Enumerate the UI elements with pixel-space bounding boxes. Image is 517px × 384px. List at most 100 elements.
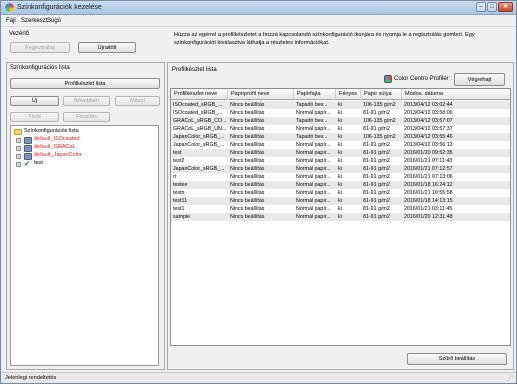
copy-button[interactable]: Másol [115, 96, 160, 106]
table-row[interactable]: test2 Nincs beállítás Normál papír... ki 81-… [171, 157, 510, 165]
cell-paper-profile: Nincs beállítás [230, 150, 265, 156]
cell-paper-profile: Nincs beállítás [230, 166, 265, 172]
column-header[interactable]: Papírprofil neve [228, 89, 294, 100]
column-header[interactable]: Fényes [336, 89, 361, 100]
cell-paper-type: Normál papír... [296, 150, 331, 156]
checkmark-icon: ✔ [24, 161, 30, 168]
cell-paper-type: Normál papír... [296, 142, 331, 148]
cell-profile-name: GRACoL_sRGB_UN... [173, 126, 227, 132]
main-window: Színkonfigurációk kezelése – □ ✕ Fájl Sz… [0, 0, 517, 384]
filter-settings-button[interactable]: Szűrő beállítás [407, 353, 507, 365]
table-row[interactable]: test1 Nincs beállítás Normál papír... ki 81-… [171, 205, 510, 213]
cell-paper-profile: Nincs beállítás [230, 110, 265, 116]
cell-paper-weight: 81-91 g/m2 [363, 126, 390, 132]
expand-icon[interactable]: + [16, 162, 21, 167]
delete-button[interactable]: Töröl [10, 112, 59, 122]
cell-glossy: ki [338, 118, 342, 124]
cell-paper-weight: 81-91 g/m2 [363, 158, 390, 164]
cell-paper-profile: Nincs beállítás [230, 134, 265, 140]
profile-table[interactable]: Profilkészlet neve Papírprofil neve Papí… [170, 88, 511, 346]
cell-modified-date: 2016/01/21 03:11:45 [404, 206, 453, 212]
column-header[interactable]: Papírfajta [294, 89, 336, 100]
cell-paper-type: Normál papír... [296, 166, 331, 172]
table-body: ISOcoated_sRGB_... Nincs beállítás Tapadó … [171, 101, 510, 221]
resize-grip-icon[interactable]: ⋰ [507, 375, 513, 382]
column-header[interactable]: Papír súlya [361, 89, 402, 100]
tree-item-label: test [34, 160, 43, 166]
table-row[interactable]: ISOcoated_sRGB_... Nincs beállítás Tapadó … [171, 101, 510, 109]
cell-modified-date: 2016/01/18 14:13:15 [404, 198, 453, 204]
cell-glossy: ki [338, 206, 342, 212]
table-row[interactable]: JapanColor_sRGB_... Nincs beállítás Tapadó… [171, 133, 510, 141]
table-row[interactable]: ISOcoated_sRGB_... Nincs beállítás Normál … [171, 109, 510, 117]
cell-profile-name: sample [173, 214, 191, 220]
edit-button[interactable]: Bővebben [63, 96, 110, 106]
cell-modified-date: 2013/04/12 03:55:46 [404, 134, 453, 140]
cell-modified-date: 2013/04/12 03:56:13 [404, 142, 453, 148]
refresh-button[interactable]: Frissítés [63, 112, 110, 122]
tree-root-label: Színkonfigurációs lista [24, 128, 79, 134]
cell-paper-profile: Nincs beállítás [230, 182, 265, 188]
printer-icon [24, 145, 32, 152]
printer-icon [24, 137, 32, 144]
table-row[interactable]: GRACoL_sRGB_CO... Nincs beállítás Tapadó b… [171, 117, 510, 125]
column-header[interactable]: Módos. dátuma [402, 89, 510, 100]
cell-paper-type: Normál papír... [296, 110, 331, 116]
cell-modified-date: 2013/04/12 03:58:00 [404, 110, 453, 116]
profiler-label: Color Centro Profiler : [394, 76, 453, 82]
cell-modified-date: 2016/01/18 16:24:12 [404, 182, 453, 188]
cell-paper-profile: Nincs beállítás [230, 206, 265, 212]
table-row[interactable]: sample Nincs beállítás Normál papír... ki 81… [171, 213, 510, 221]
cell-paper-type: Tapadó bev... [296, 134, 328, 140]
restart-button[interactable]: Újraitölt [78, 42, 136, 53]
config-tree[interactable]: Színkonfigurációs lista + default_ISOcoa… [10, 125, 159, 366]
table-row[interactable]: rr Nincs beállítás Normál papír... ki 81-91 … [171, 173, 510, 181]
cell-paper-type: Normál papír... [296, 198, 331, 204]
cell-paper-weight: 81-91 g/m2 [363, 110, 390, 116]
cell-paper-type: Normál papír... [296, 190, 331, 196]
register-button[interactable]: Regisztrálás [10, 42, 70, 53]
cell-glossy: ki [338, 198, 342, 204]
table-row[interactable]: test11 Nincs beállítás Normál papír... ki 81… [171, 197, 510, 205]
cell-glossy: ki [338, 190, 342, 196]
status-text: Jelenlegi rendeltetés [5, 375, 57, 381]
cell-paper-weight: 81-91 g/m2 [363, 150, 390, 156]
cell-paper-weight: 106-135 g/m2 [363, 134, 396, 140]
cell-paper-type: Normál papír... [296, 182, 331, 188]
close-button[interactable]: ✕ [498, 2, 513, 12]
table-row[interactable]: testn Nincs beállítás Normál papír... ki 81-… [171, 189, 510, 197]
table-row[interactable]: JapanColor_sRGB_... Nincs beállítás Normál… [171, 165, 510, 173]
table-row[interactable]: JapanColor_sRGB_... Nincs beállítás Normál… [171, 141, 510, 149]
cell-glossy: ki [338, 110, 342, 116]
cell-profile-name: GRACoL_sRGB_CO... [173, 118, 227, 124]
cell-paper-weight: 106-135 g/m2 [363, 118, 396, 124]
table-row[interactable]: test Nincs beállítás Normál papír... ki 81-9… [171, 149, 510, 157]
column-header[interactable]: Profilkészlet neve [171, 89, 228, 100]
profile-list-button[interactable]: Profilkészlet lista [10, 78, 160, 89]
new-button[interactable]: Új [10, 96, 59, 106]
menu-edit[interactable]: Szerkeszt [21, 18, 47, 24]
cell-paper-profile: Nincs beállítás [230, 214, 265, 220]
cell-paper-weight: 81-91 g/m2 [363, 206, 390, 212]
expand-icon[interactable]: + [16, 138, 21, 143]
table-row[interactable]: testee Nincs beállítás Normál papír... ki 81… [171, 181, 510, 189]
title-bar[interactable]: Színkonfigurációk kezelése – □ ✕ [1, 1, 516, 15]
cell-paper-profile: Nincs beállítás [230, 174, 265, 180]
cell-glossy: ki [338, 166, 342, 172]
cell-modified-date: 2013/04/12 03:57:07 [404, 118, 453, 124]
cell-paper-weight: 106-135 g/m2 [363, 102, 396, 108]
profiler-icon [384, 75, 392, 83]
cell-paper-weight: 81-91 g/m2 [363, 190, 390, 196]
cell-profile-name: testn [173, 190, 185, 196]
run-button[interactable]: Végrehajt [454, 73, 505, 86]
expand-icon[interactable]: + [16, 146, 21, 151]
maximize-button[interactable]: □ [487, 2, 497, 12]
cell-profile-name: test11 [173, 198, 188, 204]
tree-item-label: default_JapanColor [34, 152, 82, 158]
table-row[interactable]: GRACoL_sRGB_UN... Nincs beállítás Normál p… [171, 125, 510, 133]
minimize-button[interactable]: – [476, 2, 486, 12]
menu-file[interactable]: Fájl [6, 18, 16, 24]
menu-help[interactable]: Súgó [47, 18, 61, 24]
cell-paper-profile: Nincs beállítás [230, 158, 265, 164]
expand-icon[interactable]: + [16, 154, 21, 159]
